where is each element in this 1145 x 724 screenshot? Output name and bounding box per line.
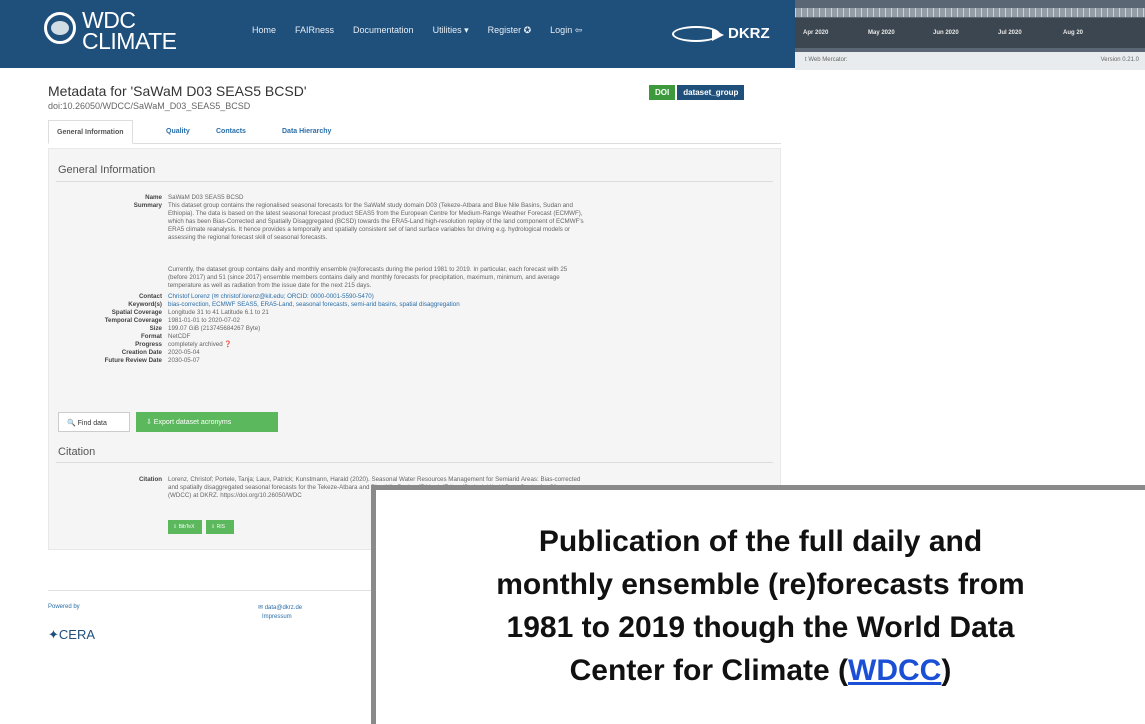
field-label: Progress (135, 341, 162, 348)
timeline-strip: Apr 2020 May 2020 Jun 2020 Jul 2020 Aug … (795, 0, 1145, 70)
field-value: Longitude 31 to 41 Latitude 6.1 to 21 (168, 309, 269, 316)
nav-fairness[interactable]: FAIRness (295, 25, 334, 36)
wdc-climate-logo[interactable]: WDC CLIMATE (40, 6, 200, 60)
main-nav: Home FAIRness Documentation Utilities ▾ … (252, 25, 582, 36)
month-label: Jun 2020 (933, 30, 959, 36)
projection-label: t Web Mercator: (805, 57, 848, 63)
caption-text-post: ) (941, 654, 952, 687)
field-value: NetCDF (168, 333, 191, 340)
screenshot-stage: WDC CLIMATE Home FAIRness Documentation … (0, 0, 1145, 724)
section-divider (56, 462, 773, 463)
field-value: SaWaM D03 SEAS5 BCSD (168, 194, 244, 201)
globe-icon (44, 12, 76, 44)
brand-line2: CLIMATE (82, 28, 177, 54)
version-label: Version 0.21.0 (1100, 57, 1139, 63)
find-data-button[interactable]: 🔍 Find data (58, 412, 130, 432)
bibtex-button[interactable]: ⇩ BibTeX (168, 520, 202, 534)
tab-contacts[interactable]: Contacts (216, 120, 246, 144)
badge-group: DOI dataset_group (649, 85, 745, 100)
powered-by-text: Powered by (48, 604, 80, 610)
field-label: Spatial Coverage (111, 309, 162, 316)
doi-text[interactable]: doi:10.26050/WDCC/SaWaM_D03_SEAS5_BCSD (48, 101, 250, 111)
dkrz-arrow-icon (712, 29, 724, 41)
field-value: completely archived ❓ (168, 341, 233, 348)
summary-line: Currently, the dataset group contains da… (168, 266, 568, 273)
dkrz-label: DKRZ (728, 25, 770, 42)
summary-line: (before 2017) and 51 (since 2017) ensemb… (168, 274, 560, 281)
field-label: Format (141, 333, 162, 340)
nav-documentation[interactable]: Documentation (353, 25, 414, 36)
citation-line: Lorenz, Christof; Portele, Tanja; Laux, … (168, 476, 581, 483)
month-label: Jul 2020 (998, 30, 1022, 36)
nav-utilities[interactable]: Utilities ▾ (433, 25, 469, 36)
field-label: Keyword(s) (128, 301, 162, 308)
contact-email-link[interactable]: ✉ data@dkrz.de (258, 604, 302, 611)
timeline-ruler (795, 8, 1145, 17)
field-label: Contact (138, 293, 162, 300)
tab-quality[interactable]: Quality (166, 120, 190, 144)
contact-link[interactable]: Christof Lorenz (✉ christof.lorenz@kit.e… (168, 293, 768, 301)
field-label: Future Review Date (104, 357, 162, 364)
caption-line: monthly ensemble (re)forecasts from (496, 568, 1025, 601)
nav-login[interactable]: Login ⇦ (550, 25, 582, 36)
ris-button[interactable]: ⇩ RIS (206, 520, 234, 534)
dkrz-logo[interactable]: DKRZ (672, 22, 782, 46)
summary-line: This dataset group contains the regional… (168, 202, 573, 209)
cera-logo[interactable]: ✦CERA (48, 627, 95, 643)
field-value: 1981-01-01 to 2020-07-02 (168, 317, 240, 324)
caption-line: 1981 to 2019 though the World Data (506, 611, 1015, 644)
export-acronyms-button[interactable]: ⇩ Export dataset acronyms (136, 412, 278, 432)
field-label: Temporal Coverage (104, 317, 162, 324)
month-label: May 2020 (868, 30, 895, 36)
nav-home[interactable]: Home (252, 25, 276, 36)
field-label: Name (145, 194, 162, 201)
month-label: Apr 2020 (803, 30, 829, 36)
doi-badge[interactable]: DOI (649, 85, 676, 100)
page-title: Metadata for 'SaWaM D03 SEAS5 BCSD' (48, 83, 307, 99)
impressum-link[interactable]: Impressum (262, 614, 292, 620)
timeline-months: Apr 2020 May 2020 Jun 2020 Jul 2020 Aug … (803, 30, 1128, 36)
caption-box: Publication of the full daily and monthl… (371, 485, 1145, 724)
field-label: Creation Date (121, 349, 162, 356)
tab-data-hierarchy[interactable]: Data Hierarchy (282, 120, 331, 144)
field-label: Size (149, 325, 162, 332)
citation-heading: Citation (58, 446, 96, 458)
caption-line-4: Center for Climate (WDCC) (376, 649, 1145, 692)
tab-bar: General Information Quality Contacts Dat… (48, 120, 781, 144)
nav-register[interactable]: Register ✪ (488, 25, 532, 36)
type-badge: dataset_group (677, 85, 745, 100)
field-value: 2030-05-07 (168, 357, 200, 364)
top-navbar: WDC CLIMATE Home FAIRness Documentation … (0, 0, 795, 68)
field-value: 199.07 GiB (213745684267 Byte) (168, 325, 261, 332)
general-info-heading: General Information (58, 164, 156, 176)
caption-line: Publication of the full daily and (538, 525, 983, 558)
field-label: Summary (133, 202, 162, 209)
caption-text-pre: Center for Climate ( (569, 654, 849, 687)
summary-line: ERA5 climate reanalysis. It hence provid… (168, 226, 571, 233)
keywords-links[interactable]: bias-correction, ECMWF SEAS5, ERA5-Land,… (168, 301, 768, 309)
tab-general-information[interactable]: General Information (48, 120, 133, 144)
wdcc-link[interactable]: WDCC (848, 654, 941, 687)
caption-text: Publication of the full daily and monthl… (376, 520, 1145, 692)
summary-line: which has been Bias-Corrected and Spatia… (168, 218, 584, 225)
summary-line: assessing the regional forecast skill of… (168, 234, 328, 241)
month-label: Aug 20 (1063, 30, 1084, 36)
field-value: 2020-05-04 (168, 349, 200, 356)
section-divider (56, 181, 773, 182)
summary-line: Ethiopia). The data is based on the late… (168, 210, 583, 217)
field-label: Citation (138, 476, 162, 483)
summary-line: temperature as well as radiation from th… (168, 282, 372, 289)
